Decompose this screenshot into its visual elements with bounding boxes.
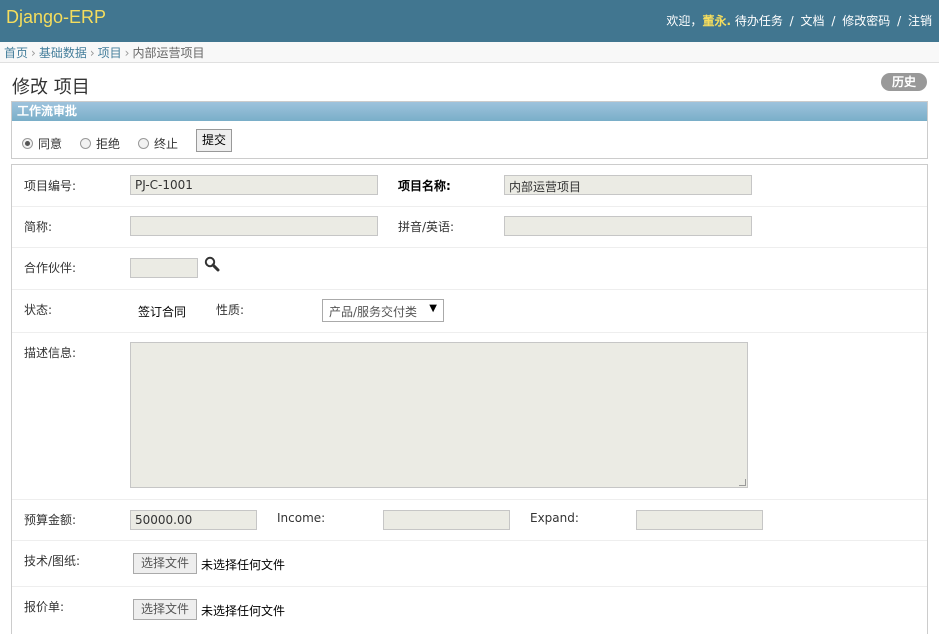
income-label: Income: — [277, 511, 326, 525]
separator: / — [789, 14, 794, 28]
form-row: 描述信息: — [12, 332, 927, 500]
form-row: 技术/图纸: 选择文件 未选择任何文件 — [12, 540, 927, 587]
partner-label: 合作伙伴: — [24, 261, 77, 275]
expand-label: Expand: — [530, 511, 579, 525]
submit-button[interactable]: 提交 — [196, 129, 232, 152]
form-row: 合作伙伴: — [12, 247, 927, 290]
docs-link[interactable]: 文档 — [801, 14, 825, 28]
form-row: 状态: 签订合同 性质: 产品/服务交付类 ▼ — [12, 289, 927, 333]
status-label: 状态: — [24, 303, 53, 317]
brand-title[interactable]: Django-ERP — [6, 7, 106, 28]
breadcrumb-arrow: › — [31, 46, 36, 60]
breadcrumb-arrow: › — [124, 46, 130, 60]
nature-label: 性质: — [216, 303, 245, 317]
breadcrumb-projects[interactable]: 项目 — [98, 46, 122, 60]
pinyin-input[interactable] — [504, 216, 752, 236]
short-name-input[interactable] — [130, 216, 378, 236]
expand-input[interactable] — [636, 510, 763, 530]
status-value: 签订合同 — [138, 305, 187, 319]
nature-select[interactable]: 产品/服务交付类 ▼ — [322, 299, 444, 322]
short-name-label: 简称: — [24, 220, 53, 234]
workflow-approval-panel: 工作流审批 同意 拒绝 终止 提交 — [11, 101, 928, 159]
radio-reject[interactable]: 拒绝 — [80, 135, 120, 152]
file-status-text: 未选择任何文件 — [201, 558, 286, 572]
breadcrumb-current: 内部运营项目 — [132, 46, 205, 60]
form-row: 项目编号: PJ-C-1001 项目名称: 内部运营项目 — [12, 165, 927, 207]
radio-unchecked-icon[interactable] — [138, 138, 149, 149]
workflow-title: 工作流审批 — [12, 102, 927, 121]
history-button[interactable]: 历史 — [881, 73, 927, 91]
welcome-text: 欢迎， — [666, 14, 703, 28]
header: Django-ERP 欢迎，董永. 待办任务 / 文档 / 修改密码 / 注销 — [0, 0, 939, 42]
pinyin-label: 拼音/英语: — [398, 220, 455, 234]
partner-input[interactable] — [130, 258, 198, 278]
radio-approve[interactable]: 同意 — [22, 135, 62, 152]
file-status-text: 未选择任何文件 — [201, 604, 286, 618]
radio-approve-label: 同意 — [38, 137, 63, 151]
user-name: 董永. — [702, 14, 731, 28]
change-password-link[interactable]: 修改密码 — [842, 14, 890, 28]
budget-label: 预算金额: — [24, 513, 77, 527]
project-name-label: 项目名称: — [398, 179, 451, 193]
todo-link[interactable]: 待办任务 — [735, 14, 783, 28]
resize-handle-icon[interactable] — [739, 479, 746, 486]
form-row: 简称: 拼音/英语: — [12, 206, 927, 248]
separator: / — [831, 14, 836, 28]
radio-terminate-label: 终止 — [154, 137, 179, 151]
description-textarea[interactable] — [130, 342, 748, 488]
project-code-input[interactable]: PJ-C-1001 — [130, 175, 378, 195]
page-title: 修改 项目 — [12, 77, 90, 98]
nature-selected-value: 产品/服务交付类 — [329, 305, 418, 319]
dropdown-arrow-icon: ▼ — [429, 303, 437, 314]
quotation-label: 报价单: — [24, 600, 65, 614]
budget-input[interactable]: 50000.00 — [130, 510, 257, 530]
magnifier-icon[interactable] — [204, 256, 220, 272]
project-code-label: 项目编号: — [24, 179, 77, 193]
project-name-input[interactable]: 内部运营项目 — [504, 175, 752, 195]
income-input[interactable] — [383, 510, 510, 530]
choose-file-button[interactable]: 选择文件 — [133, 599, 197, 620]
radio-checked-icon[interactable] — [22, 138, 33, 149]
breadcrumb-arrow: › — [89, 46, 95, 60]
user-tools: 欢迎，董永. 待办任务 / 文档 / 修改密码 / 注销 — [666, 12, 932, 29]
radio-reject-label: 拒绝 — [96, 137, 121, 151]
tech-drawing-label: 技术/图纸: — [24, 554, 81, 568]
breadcrumb: 首页 › 基础数据 › 项目 › 内部运营项目 — [0, 42, 939, 63]
logout-link[interactable]: 注销 — [908, 14, 932, 28]
separator: / — [897, 14, 902, 28]
radio-unchecked-icon[interactable] — [80, 138, 91, 149]
breadcrumb-home[interactable]: 首页 — [4, 46, 28, 60]
breadcrumb-basic-data[interactable]: 基础数据 — [39, 46, 87, 60]
radio-terminate[interactable]: 终止 — [138, 135, 178, 152]
choose-file-button[interactable]: 选择文件 — [133, 553, 197, 574]
form-row: 预算金额: 50000.00 Income: Expand: — [12, 499, 927, 541]
description-label: 描述信息: — [24, 346, 77, 360]
project-form: 项目编号: PJ-C-1001 项目名称: 内部运营项目 简称: 拼音/英语: … — [11, 164, 928, 634]
